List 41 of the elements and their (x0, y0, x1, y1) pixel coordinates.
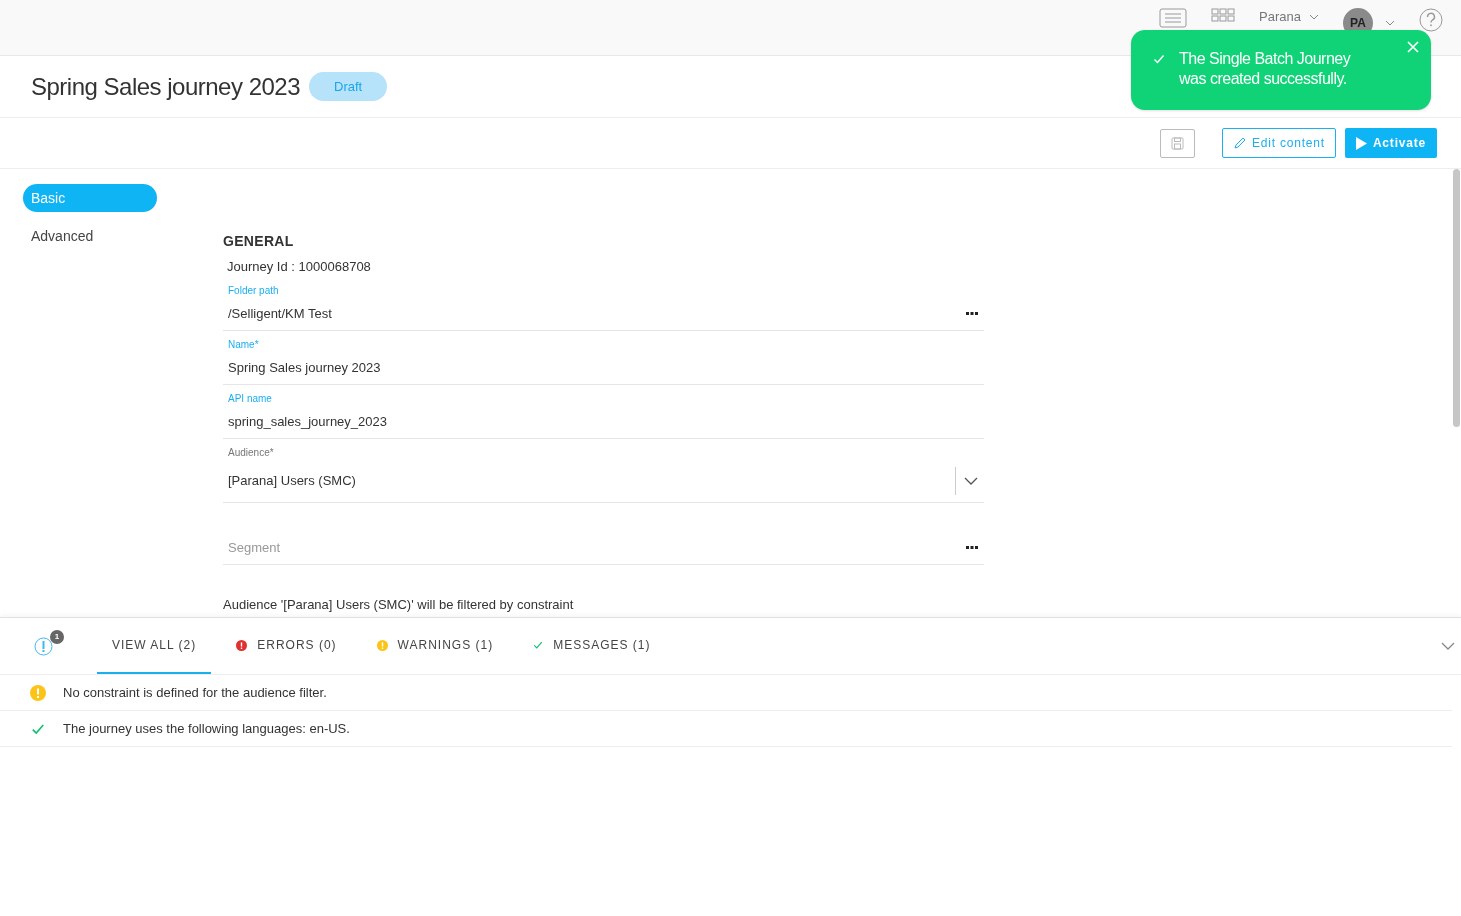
warning-icon (30, 684, 46, 701)
message-text: The journey uses the following languages: en-US. (63, 719, 350, 738)
field-label: Folder path (227, 283, 280, 298)
filter-tab[interactable]: WARNINGS (1) (361, 618, 509, 674)
input-field[interactable]: spring_sales_journey_2023 (223, 406, 984, 439)
org-menu[interactable]: Parana (1259, 8, 1319, 26)
more-icon[interactable] (966, 312, 978, 316)
check-icon (1153, 53, 1165, 65)
filter-tab[interactable]: VIEW ALL (2) (97, 618, 212, 674)
audience-note: Audience '[Parana] Users (SMC)' will be filtered by constraint (223, 595, 575, 614)
filter-tab[interactable]: MESSAGES (1) (518, 618, 666, 674)
audience-select[interactable]: [Parana] Users (SMC) (223, 460, 984, 503)
count-badge: 1 (50, 630, 64, 644)
input-field[interactable]: Spring Sales journey 2023 (223, 352, 984, 385)
page-title: Spring Sales journey 2023 (31, 71, 301, 102)
check-icon (533, 640, 544, 650)
field-label: API name (227, 391, 273, 406)
toast-message: The Single Batch Journey was created successfully. (1179, 49, 1352, 89)
filter-tab[interactable]: ERRORS (0) (221, 618, 352, 674)
error-icon (236, 639, 248, 651)
side-nav-item[interactable]: Advanced (23, 222, 157, 250)
status-badge: Draft (309, 71, 388, 102)
more-icon[interactable] (966, 546, 978, 550)
list-icon[interactable] (1159, 8, 1188, 28)
help-icon[interactable] (1419, 8, 1443, 32)
close-button[interactable] (1407, 40, 1421, 54)
save-button[interactable] (1159, 128, 1195, 158)
section-heading: GENERAL (223, 232, 295, 251)
warning-icon (376, 639, 388, 651)
play-icon (1355, 136, 1367, 150)
field-label: Name* (227, 337, 260, 352)
collapse-icon[interactable] (1441, 642, 1455, 650)
field-label: Audience* (227, 445, 275, 460)
scrollbar[interactable] (1453, 169, 1460, 427)
input-field[interactable]: /Selligent/KM Test (223, 298, 984, 331)
journey-id: Journey Id : 1000068708 (226, 258, 372, 276)
chevron-down-icon (1309, 14, 1319, 20)
pencil-icon (1232, 136, 1246, 150)
chevron-down-icon (1385, 20, 1395, 26)
message-text: No constraint is defined for the audience filter. (63, 683, 327, 702)
chevron-down-icon[interactable] (964, 477, 978, 485)
